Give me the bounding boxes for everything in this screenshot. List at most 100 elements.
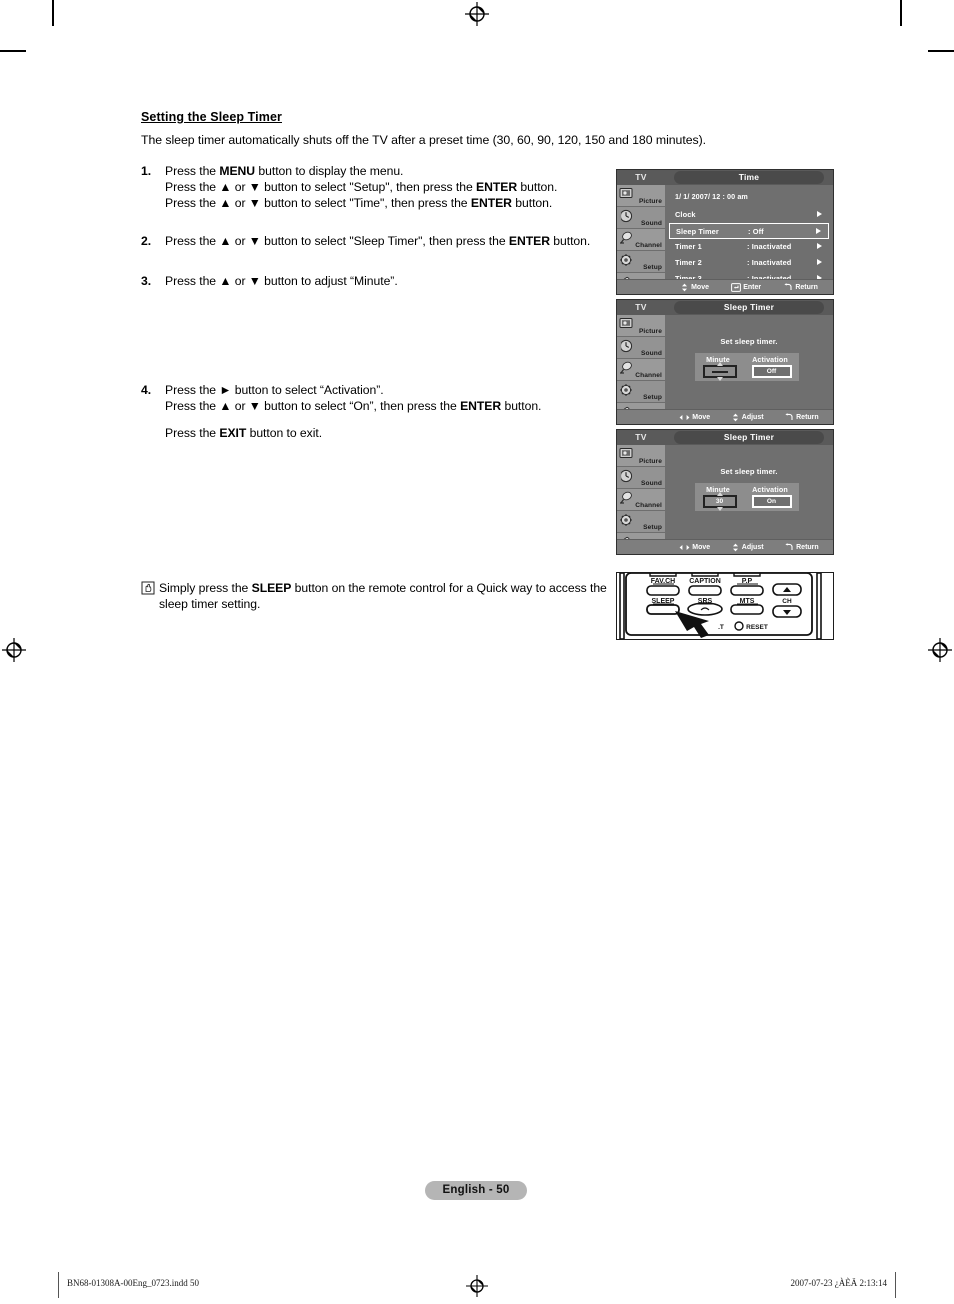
osd-menu-row[interactable]: Clock — [669, 207, 829, 223]
osd-footer-bar: Move Enter Return — [617, 279, 833, 294]
osd-sidebar-item-setup[interactable]: Setup — [617, 511, 665, 533]
osd-body: PictureSoundChannelSetupInput Set sleep … — [617, 315, 833, 424]
plain-text: Press the ▲ or ▼ button to select "Setup… — [165, 179, 477, 194]
picture-icon — [619, 317, 634, 331]
tip-text: Simply press the SLEEP button on the rem… — [159, 580, 611, 612]
osd-sidebar-item-channel[interactable]: Channel — [617, 229, 665, 251]
activation-value[interactable]: On — [751, 495, 792, 508]
osd-footer-items: Move Enter Return — [669, 280, 829, 294]
return-icon — [784, 542, 794, 552]
plain-text: Press the ► button to select “Activation… — [165, 382, 384, 397]
osd-menu-row[interactable]: Timer 2: Inactivated — [669, 255, 829, 271]
osd-sidebar-item-sound[interactable]: Sound — [617, 337, 665, 359]
spinner-down-icon[interactable] — [716, 377, 723, 381]
emphasis-text: SLEEP — [251, 581, 292, 595]
osd-body: PictureSoundChannelSetupInput Set sleep … — [617, 445, 833, 554]
osd-footer-items: Move Adjust Return — [669, 410, 829, 424]
emphasis-text: ENTER — [476, 179, 518, 194]
enter-icon — [731, 282, 742, 292]
osd-footer-items: Move Adjust Return — [669, 540, 829, 554]
osd-menu-row-label: Timer 1 — [675, 242, 702, 251]
crop-mark-top-right-horizontal — [928, 50, 954, 52]
osd-sidebar-item-picture[interactable]: Picture — [617, 445, 665, 467]
osd-body: PictureSoundChannelSetupInput 1/ 1/ 2007… — [617, 185, 833, 294]
channel-icon — [619, 231, 634, 245]
osd-main-area: Set sleep timer. Minute Activation 30 On — [665, 445, 833, 554]
updown-icon — [731, 413, 740, 422]
osd-sidebar-label: Picture — [638, 198, 662, 205]
osd-footer-bar: Move Adjust Return — [617, 539, 833, 554]
registration-target-icon — [466, 1275, 488, 1297]
page-number-badge: English - 50 — [425, 1181, 527, 1200]
sound-icon — [619, 469, 634, 483]
plain-text: button to exit. — [246, 426, 323, 441]
activation-value[interactable]: Off — [751, 365, 792, 378]
channel-icon — [619, 491, 634, 505]
spinner-up-icon[interactable] — [716, 492, 723, 496]
tip-note: Simply press the SLEEP button on the rem… — [141, 580, 611, 612]
osd-menu-row[interactable]: Sleep Timer: Off — [669, 223, 829, 239]
osd-footer-label: Move — [691, 283, 709, 291]
osd-header: TV Sleep Timer — [617, 430, 833, 446]
page-title: Setting the Sleep Timer — [141, 110, 282, 124]
osd-sidebar-item-channel[interactable]: Channel — [617, 359, 665, 381]
minute-empty-dash — [711, 371, 728, 373]
footer-filename: BN68-01308A-00Eng_0723.indd 50 — [67, 1278, 199, 1288]
sound-icon — [619, 209, 634, 223]
sleep-timer-adjust-box: Minute Activation 30 On — [695, 483, 799, 511]
plain-text: Simply press the — [159, 581, 252, 595]
osd-menu-row[interactable]: Timer 1 : Inactivated — [669, 239, 829, 255]
osd-sidebar-item-channel[interactable]: Channel — [617, 489, 665, 511]
chevron-right-icon — [817, 243, 822, 249]
osd-sidebar-item-setup[interactable]: Setup — [617, 251, 665, 273]
osd-menu-row-value: : Off — [748, 227, 764, 236]
plain-text: Press the — [165, 426, 220, 441]
plain-text: Press the ▲ or ▼ button to select "Time"… — [165, 196, 471, 211]
osd-sidebar-item-picture[interactable]: Picture — [617, 185, 665, 207]
osd-menu-row-value: : Inactivated — [747, 242, 792, 251]
osd-panel-sleep-timer-off: TV Sleep Timer PictureSoundChannelSetupI… — [616, 299, 834, 425]
picture-icon — [619, 187, 634, 201]
osd-footer-label: Enter — [743, 283, 762, 291]
spinner-down-icon[interactable] — [716, 507, 723, 511]
return-icon — [784, 412, 794, 422]
plain-text: Press the ▲ or ▼ button to select "Sleep… — [165, 234, 509, 249]
osd-title: Sleep Timer — [674, 431, 824, 444]
activation-header: Activation — [752, 355, 788, 364]
picture-icon — [619, 447, 634, 461]
registration-mark-right — [928, 638, 952, 662]
osd-menu-row-label: Clock — [675, 210, 696, 219]
updown-icon — [680, 283, 689, 292]
svg-text:RESET: RESET — [746, 624, 768, 631]
osd-sidebar-item-picture[interactable]: Picture — [617, 315, 665, 337]
osd-sidebar-item-sound[interactable]: Sound — [617, 467, 665, 489]
footer-timestamp: 2007-07-23 ¿ÀÈÄ 2:13:14 — [790, 1278, 888, 1288]
adjust-fields: Off — [695, 362, 799, 381]
chevron-right-icon — [817, 211, 822, 217]
note-hand-icon — [141, 581, 155, 595]
plain-text: button to display the menu. — [255, 163, 404, 178]
minute-value: 30 — [715, 498, 724, 505]
osd-footer-move: Move — [679, 543, 710, 552]
remote-control-illustration: FAV.CH CAPTION P.P SLEEP SRS MTS CH .T R… — [616, 572, 834, 640]
crop-mark-top-left-horizontal — [0, 50, 26, 52]
registration-mark-top-center — [465, 2, 489, 26]
osd-footer-label: Return — [796, 413, 819, 421]
osd-menu-list: Clock Sleep Timer: Off Timer 1 : Inactivate… — [669, 207, 829, 287]
registration-mark-left — [2, 638, 26, 662]
spinner-up-icon[interactable] — [716, 362, 723, 366]
svg-text:.T: .T — [718, 624, 724, 631]
updown-icon — [731, 543, 740, 552]
osd-main-area: 1/ 1/ 2007/ 12 : 00 am Clock Sleep Timer:… — [665, 185, 833, 294]
chevron-right-icon — [816, 228, 821, 234]
minute-stepper[interactable] — [702, 362, 737, 381]
emphasis-text: ENTER — [470, 196, 512, 211]
osd-sidebar-item-setup[interactable]: Setup — [617, 381, 665, 403]
leftright-icon — [679, 413, 690, 422]
osd-subtitle: Set sleep timer. — [720, 337, 778, 346]
minute-stepper[interactable]: 30 — [702, 492, 737, 511]
osd-sidebar-label: Sound — [640, 350, 662, 357]
osd-menu-row-label: Timer 2 — [675, 258, 702, 267]
osd-footer-adjust: Adjust — [731, 413, 764, 422]
osd-sidebar-item-sound[interactable]: Sound — [617, 207, 665, 229]
